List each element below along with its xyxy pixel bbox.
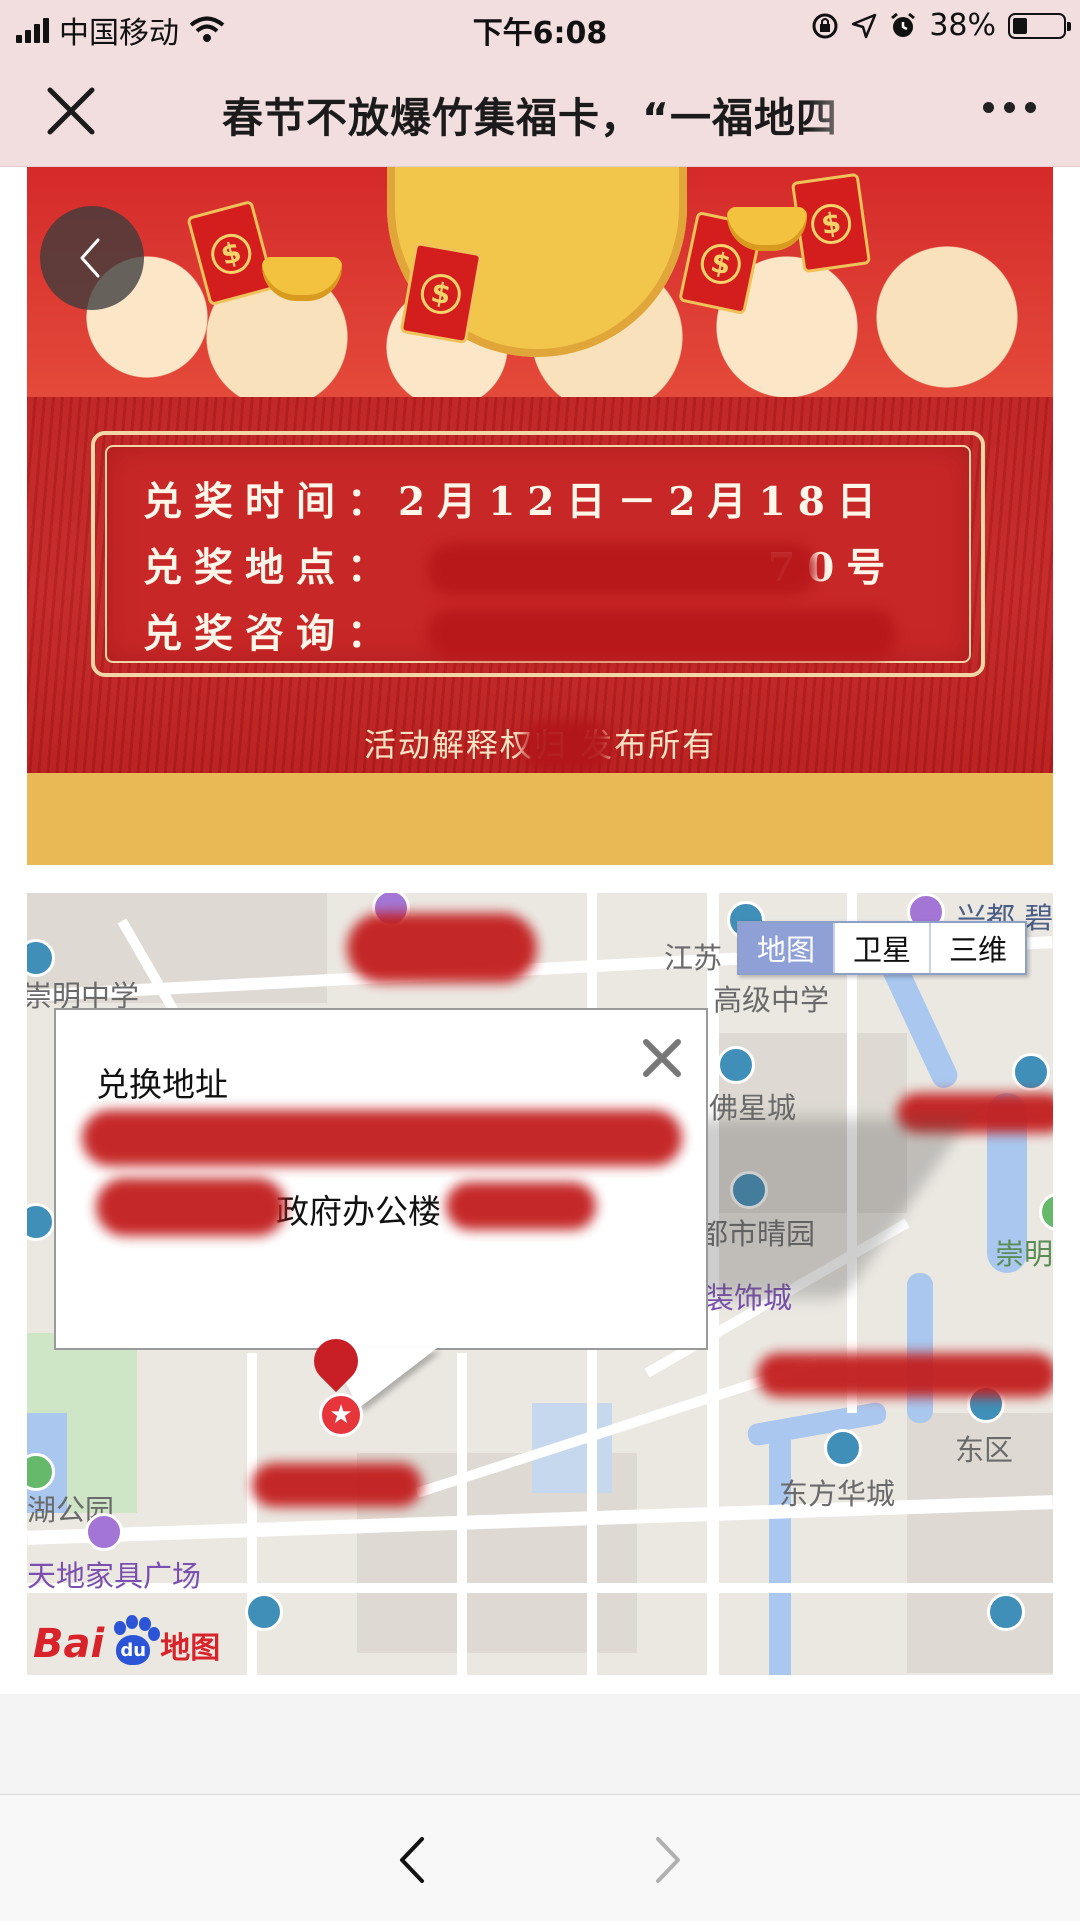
redacted-text: [82, 1110, 682, 1166]
logo-ditu: 地图: [160, 1631, 221, 1666]
alarm-icon: [891, 12, 916, 37]
close-icon[interactable]: [640, 1036, 684, 1080]
poi-icon[interactable]: [987, 1593, 1025, 1631]
poi-icon[interactable]: [27, 1203, 55, 1241]
redeem-time-label: 兑奖时间：: [143, 479, 399, 525]
redeem-contact-label: 兑奖咨询：: [143, 611, 399, 657]
redeem-time-row: 兑奖时间：2月12日－2月18日: [143, 471, 888, 527]
map-type-3d[interactable]: 三维: [929, 923, 1025, 973]
map-label: 崇明: [995, 1237, 1053, 1271]
redeem-info-box: 兑奖时间：2月12日－2月18日 兑奖地点： 70号 兑奖咨询：: [91, 431, 985, 677]
map-info-window: 兑换地址 政府办公楼: [54, 1008, 708, 1350]
star-marker-icon[interactable]: ★: [319, 1393, 363, 1437]
map-label: 东方华城: [779, 1477, 896, 1511]
redacted-text: [446, 1182, 596, 1230]
close-icon[interactable]: [44, 84, 98, 138]
poi-icon[interactable]: [85, 1513, 123, 1551]
battery-percent: 38%: [929, 8, 996, 43]
redacted-text: [427, 543, 817, 595]
back-button[interactable]: [40, 206, 144, 310]
chevron-left-icon: [80, 238, 100, 278]
map-label: 江苏: [664, 941, 723, 975]
event-poster: $ $ $ $ 兑奖时间：2月12日－2月18日 兑奖地点：70号 兑奖咨询：: [27, 167, 1053, 865]
map-type-satellite[interactable]: 卫星: [833, 923, 929, 973]
browser-toolbar: [0, 1794, 1080, 1921]
info-window-address: 政府办公楼: [276, 1192, 441, 1231]
redeem-contact-row: 兑奖咨询：: [143, 603, 398, 659]
poi-icon[interactable]: [1012, 1053, 1050, 1091]
redacted-text: [347, 913, 537, 983]
map-label: 高级中学: [713, 983, 830, 1017]
poi-icon[interactable]: [245, 1593, 283, 1631]
page-title: 春节不放爆竹集福卡，“一福地四: [222, 84, 878, 144]
poi-icon[interactable]: [717, 1046, 755, 1084]
logo-bai: Bai: [33, 1621, 105, 1667]
redacted-text: [757, 1353, 1053, 1397]
redacted-text: [96, 1178, 286, 1236]
redacted-text: [522, 720, 612, 772]
baidu-logo: Bai du 地图: [33, 1615, 220, 1667]
redeem-time-value: 2月12日－2月18日: [398, 479, 888, 525]
more-icon[interactable]: [983, 102, 1036, 113]
web-content: $ $ $ $ 兑奖时间：2月12日－2月18日 兑奖地点：70号 兑奖咨询：: [0, 167, 1080, 1694]
redacted-text: [252, 1463, 422, 1507]
status-bar: 中国移动 下午6:08 38%: [0, 0, 1080, 54]
poi-icon[interactable]: [824, 1429, 862, 1467]
logo-du: du: [116, 1635, 151, 1665]
map-type-map[interactable]: 地图: [739, 923, 833, 973]
chevron-right-icon[interactable]: [648, 1833, 688, 1887]
info-window-title: 兑换地址: [96, 1065, 228, 1104]
battery-icon: [1008, 12, 1071, 39]
nav-bar: 春节不放爆竹集福卡，“一福地四: [0, 54, 1080, 167]
chevron-left-icon[interactable]: [392, 1833, 432, 1887]
redeem-place-label: 兑奖地点：: [143, 545, 399, 591]
redacted-text: [427, 609, 897, 659]
map-type-switch: 地图 卫星 三维: [737, 921, 1027, 975]
map-label: 东区: [955, 1433, 1014, 1467]
poi-icon[interactable]: [1039, 1193, 1053, 1231]
location-icon: [852, 13, 877, 38]
rotation-lock-icon: [812, 13, 838, 38]
map-label: 天地家具广场: [27, 1559, 202, 1593]
paw-icon: du: [106, 1615, 161, 1667]
wave-pattern: [27, 773, 1053, 865]
baidu-map[interactable]: 兴都 碧 江苏 高级中学 崇明中学 佛星城 都市晴园 装饰城 崇明 湖公园 东区…: [27, 893, 1053, 1675]
